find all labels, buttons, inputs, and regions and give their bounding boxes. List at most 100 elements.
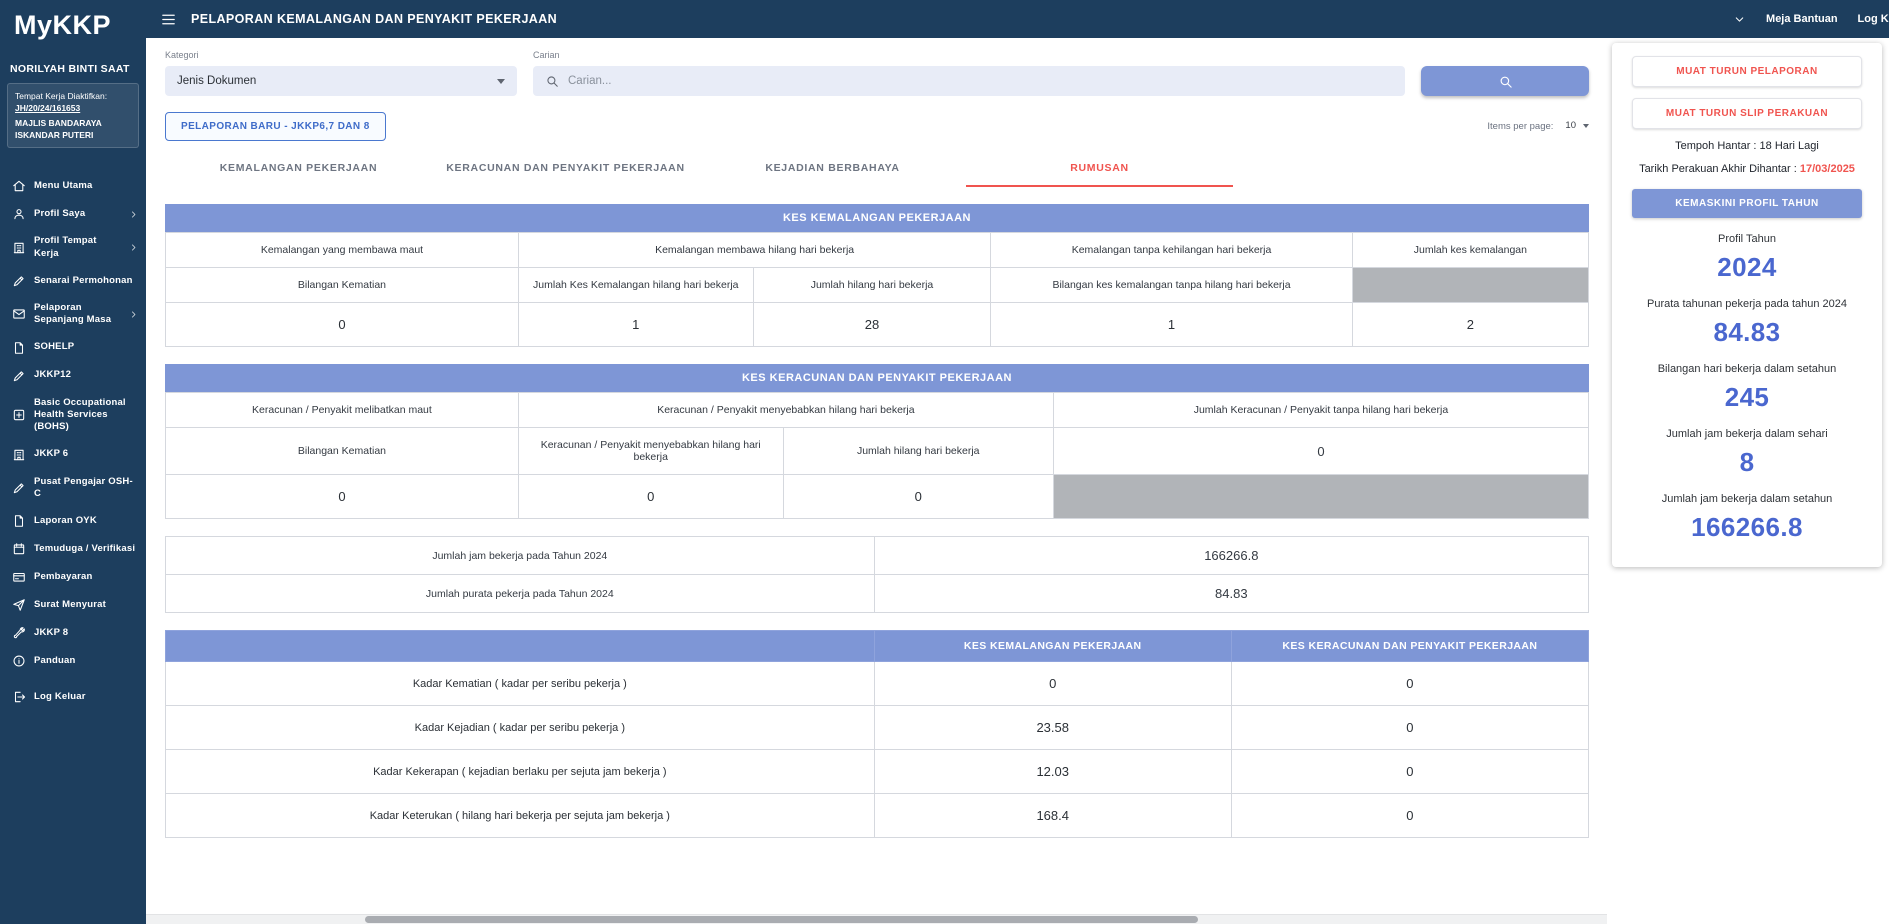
sidebar-item-label: Surat Menyurat xyxy=(34,599,138,611)
stat-label: Jumlah jam bekerja dalam sehari xyxy=(1632,428,1862,440)
topbar: PELAPORAN KEMALANGAN DAN PENYAKIT PEKERJ… xyxy=(146,0,1889,38)
table-value-cell: 168.4 xyxy=(874,794,1231,838)
table-value-cell: 23.58 xyxy=(874,706,1231,750)
search-input[interactable] xyxy=(568,75,1393,87)
table-label-cell: Jumlah purata pekerja pada Tahun 2024 xyxy=(166,575,875,613)
pencil-icon xyxy=(12,274,26,288)
chevron-down-icon[interactable] xyxy=(1733,13,1746,26)
table-value-cell: 0 xyxy=(1231,706,1588,750)
filler-cell xyxy=(1053,475,1588,519)
sidebar-item-pembayaran[interactable]: Pembayaran xyxy=(0,563,146,591)
logout-link[interactable]: Log Keluar xyxy=(1858,13,1889,25)
sidebar-item-pusat-pengajar-osh-c[interactable]: Pusat Pengajar OSH-C xyxy=(0,469,146,508)
poison-table: Keracunan / Penyakit melibatkan maut Ker… xyxy=(165,392,1589,519)
sidebar-item-label: Profil Tempat Kerja xyxy=(34,235,121,260)
category-field: Kategori Jenis Dokumen xyxy=(165,50,517,96)
table-header-cell: Jumlah Kes Kemalangan hilang hari bekerj… xyxy=(518,268,753,303)
stat-value: 166266.8 xyxy=(1632,512,1862,543)
page-title: PELAPORAN KEMALANGAN DAN PENYAKIT PEKERJ… xyxy=(191,12,557,26)
pencil-icon xyxy=(12,369,26,383)
table-value-cell: 0 xyxy=(166,303,519,347)
card-icon xyxy=(12,570,26,584)
table-value-cell: 0 xyxy=(518,475,783,519)
category-select-value: Jenis Dokumen xyxy=(177,75,256,87)
sidebar-item-surat-menyurat[interactable]: Surat Menyurat xyxy=(0,591,146,619)
help-desk-link[interactable]: Meja Bantuan xyxy=(1766,13,1838,25)
sidebar-item-profil-tempat-kerja[interactable]: Profil Tempat Kerja xyxy=(0,228,146,267)
table-header-cell: KES KEMALANGAN PEKERJAAN xyxy=(874,631,1231,662)
sidebar-item-jkkp12[interactable]: JKKP12 xyxy=(0,362,146,390)
category-select[interactable]: Jenis Dokumen xyxy=(165,66,517,96)
table-header-cell: KES KERACUNAN DAN PENYAKIT PEKERJAAN xyxy=(1231,631,1588,662)
new-report-button[interactable]: PELAPORAN BARU - JKKP6,7 DAN 8 xyxy=(165,112,386,141)
sidebar-item-menu-utama[interactable]: Menu Utama xyxy=(0,172,146,200)
accident-table-title: KES KEMALANGAN PEKERJAAN xyxy=(165,204,1589,232)
logout-icon xyxy=(12,690,26,704)
tab-rumusan[interactable]: RUMUSAN xyxy=(966,149,1233,187)
sidebar-item-label: Pelaporan Sepanjang Masa xyxy=(34,302,121,327)
table-header-cell xyxy=(166,631,875,662)
sidebar-item-jkkp-8[interactable]: JKKP 8 xyxy=(0,619,146,647)
sidebar-nav: Menu Utama Profil Saya Profil Tempat Ker… xyxy=(0,172,146,711)
sidebar-item-pelaporan-sepanjang-masa[interactable]: Pelaporan Sepanjang Masa xyxy=(0,295,146,334)
sidebar-item-sohelp[interactable]: SOHELP xyxy=(0,334,146,362)
stat-value: 245 xyxy=(1632,382,1862,413)
download-report-button[interactable]: MUAT TURUN PELAPORAN xyxy=(1632,56,1862,87)
items-per-page-select[interactable]: 10 xyxy=(1565,120,1589,133)
user-name: NORILYAH BINTI SAAT xyxy=(0,63,146,75)
table-header-cell: Kemalangan membawa hilang hari bekerja xyxy=(518,233,990,268)
search-icon xyxy=(1498,74,1513,89)
sidebar-item-bohs[interactable]: Basic Occupational Health Services (BOHS… xyxy=(0,390,146,441)
sidebar-item-jkkp-6[interactable]: JKKP 6 xyxy=(0,441,146,469)
wrench-icon xyxy=(12,626,26,640)
table-label-cell: Kadar Kematian ( kadar per seribu pekerj… xyxy=(166,662,875,706)
table-header-cell: Keracunan / Penyakit menyebabkan hilang … xyxy=(518,428,783,475)
tab-kemalangan-pekerjaan[interactable]: KEMALANGAN PEKERJAAN xyxy=(165,149,432,187)
home-icon xyxy=(12,179,26,193)
tab-kejadian-berbahaya[interactable]: KEJADIAN BERBAHAYA xyxy=(699,149,966,187)
table-header-cell: Jumlah hilang hari bekerja xyxy=(783,428,1053,475)
table-value-cell: 1 xyxy=(518,303,753,347)
horizontal-scrollbar[interactable] xyxy=(146,914,1607,924)
sidebar-item-label: Laporan OYK xyxy=(34,515,138,527)
sidebar-item-temuduga-verifikasi[interactable]: Temuduga / Verifikasi xyxy=(0,535,146,563)
right-panel: MUAT TURUN PELAPORAN MUAT TURUN SLIP PER… xyxy=(1607,38,1889,924)
sidebar-item-senarai-permohonan[interactable]: Senarai Permohonan xyxy=(0,267,146,295)
sidebar-item-panduan[interactable]: Panduan xyxy=(0,647,146,675)
search-icon xyxy=(545,74,559,88)
sidebar-item-label: Pembayaran xyxy=(34,571,138,583)
chevron-right-icon xyxy=(129,210,138,219)
rates-table-block: KES KEMALANGAN PEKERJAAN KES KERACUNAN D… xyxy=(165,630,1589,838)
table-header-cell: Bilangan Kematian xyxy=(166,268,519,303)
table-header-cell: Jumlah hilang hari bekerja xyxy=(753,268,991,303)
sidebar-item-label: Panduan xyxy=(34,655,138,667)
stat-label: Purata tahunan pekerja pada tahun 2024 xyxy=(1632,298,1862,310)
hamburger-menu-icon[interactable] xyxy=(160,11,177,28)
sidebar-item-log-keluar[interactable]: Log Keluar xyxy=(0,683,146,711)
summary-table: Jumlah jam bekerja pada Tahun 2024 16626… xyxy=(165,536,1589,613)
table-value-cell: 84.83 xyxy=(874,575,1588,613)
category-label: Kategori xyxy=(165,50,517,60)
sidebar-item-profil-saya[interactable]: Profil Saya xyxy=(0,200,146,228)
sidebar-item-label: Menu Utama xyxy=(34,180,138,192)
table-header-cell: Jumlah Keracunan / Penyakit tanpa hilang… xyxy=(1053,393,1588,428)
document-icon xyxy=(12,341,26,355)
update-year-profile-button[interactable]: KEMASKINI PROFIL TAHUN xyxy=(1632,189,1862,218)
table-value-cell: 0 xyxy=(1053,428,1588,475)
table-value-cell: 0 xyxy=(1231,662,1588,706)
last-submission-date: 17/03/2025 xyxy=(1800,163,1855,175)
workplace-name: MAJLIS BANDARAYA ISKANDAR PUTERI xyxy=(15,117,131,142)
scrollbar-thumb[interactable] xyxy=(365,916,1198,923)
action-row: PELAPORAN BARU - JKKP6,7 DAN 8 Items per… xyxy=(165,112,1589,141)
table-header-cell: Bilangan Kematian xyxy=(166,428,519,475)
stat-label: Profil Tahun xyxy=(1632,233,1862,245)
search-button[interactable] xyxy=(1421,66,1589,96)
sidebar-item-laporan-oyk[interactable]: Laporan OYK xyxy=(0,507,146,535)
search-label: Carian xyxy=(533,50,1405,60)
tab-keracunan-dan-penyakit-pekerjaan[interactable]: KERACUNAN DAN PENYAKIT PEKERJAAN xyxy=(432,149,699,187)
workplace-code-link[interactable]: JH/20/24/161653 xyxy=(15,103,80,113)
search-input-wrapper xyxy=(533,66,1405,96)
download-slip-button[interactable]: MUAT TURUN SLIP PERAKUAN xyxy=(1632,98,1862,129)
active-workplace-box: Tempat Kerja Diaktifkan: JH/20/24/161653… xyxy=(7,83,139,148)
sidebar-item-label: Temuduga / Verifikasi xyxy=(34,543,138,555)
